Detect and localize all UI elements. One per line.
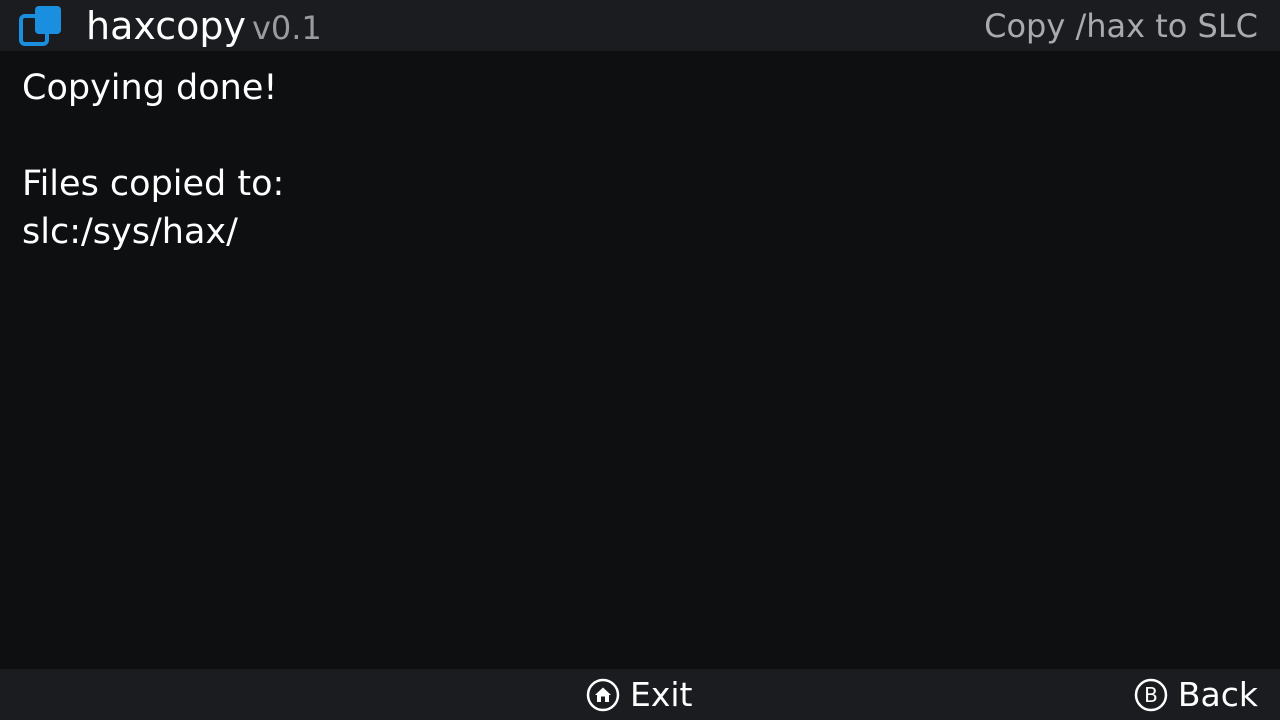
app-version: v0.1 <box>251 9 322 47</box>
copy-windows-icon <box>19 6 61 46</box>
console-output: Copying done! Files copied to: slc:/sys/… <box>22 64 1258 256</box>
back-label: Back <box>1177 675 1258 714</box>
footer-bar: Exit B Back <box>0 669 1280 720</box>
console-line: Files copied to: <box>22 164 285 204</box>
console-line: Copying done! <box>22 68 278 108</box>
svg-text:B: B <box>1144 683 1158 707</box>
console-line: slc:/sys/hax/ <box>22 212 238 252</box>
b-button-icon: B <box>1134 678 1168 712</box>
header-bar: haxcopy v0.1 Copy /hax to SLC <box>0 0 1280 51</box>
app-window: haxcopy v0.1 Copy /hax to SLC Copying don… <box>0 0 1280 720</box>
exit-button[interactable]: Exit <box>586 675 693 715</box>
back-button[interactable]: B Back <box>1134 675 1258 715</box>
page-title: Copy /hax to SLC <box>984 7 1258 45</box>
app-title: haxcopy v0.1 <box>86 4 322 50</box>
exit-label: Exit <box>630 675 693 714</box>
home-button-icon <box>586 678 620 712</box>
app-name: haxcopy <box>86 4 246 48</box>
